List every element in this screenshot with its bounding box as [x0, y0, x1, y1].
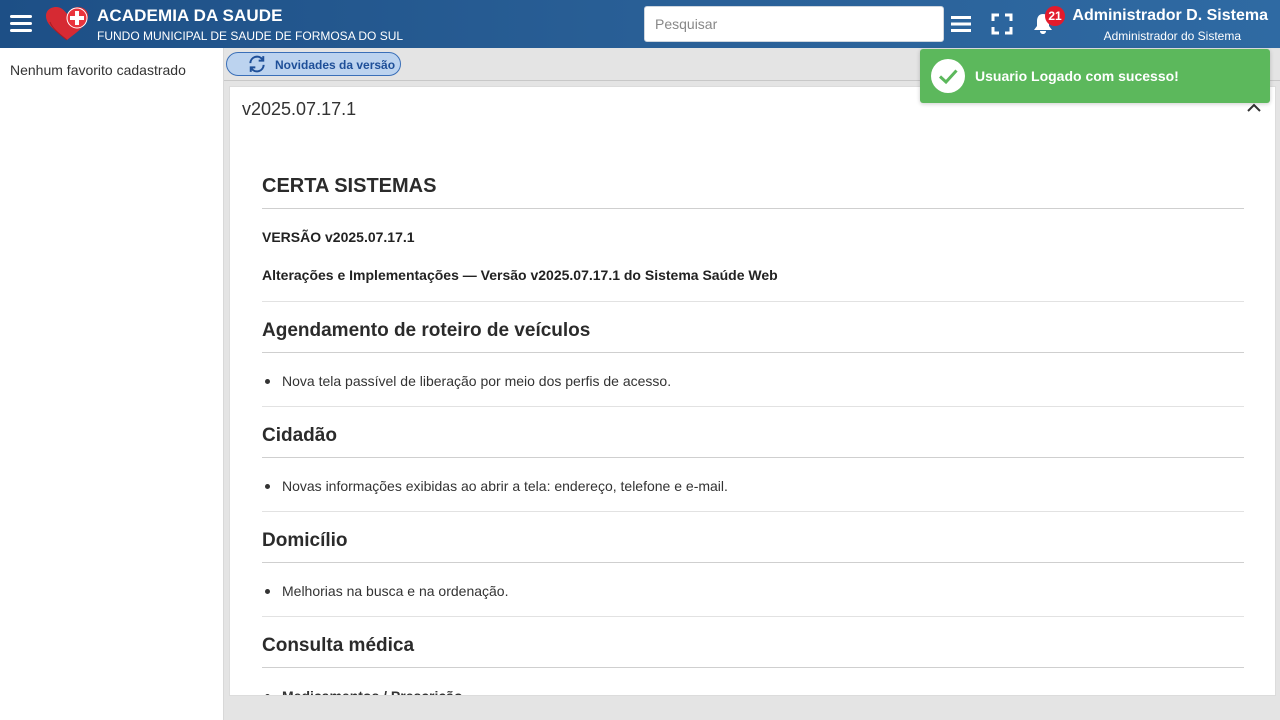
- version-panel: v2025.07.17.1 CERTA SISTEMAS VERSÃO v202…: [229, 86, 1276, 696]
- list-item: Medicamentos / Prescrição: [262, 688, 1244, 695]
- list-item: Nova tela passível de liberação por meio…: [262, 373, 1244, 389]
- news-button[interactable]: Novidades da versão: [226, 52, 401, 76]
- section-title: Consulta médica: [262, 635, 1244, 668]
- favorites-empty-message: Nenhum favorito cadastrado: [10, 62, 186, 78]
- version-line: VERSÃO v2025.07.17.1: [262, 229, 415, 245]
- check-circle-icon: [931, 59, 965, 93]
- app-subtitle: FUNDO MUNICIPAL DE SAUDE DE FORMOSA DO S…: [97, 29, 404, 43]
- top-header: ACADEMIA DA SAUDE FUNDO MUNICIPAL DE SAU…: [0, 0, 1280, 48]
- app-title: ACADEMIA DA SAUDE: [97, 6, 283, 25]
- fullscreen-icon[interactable]: [990, 12, 1014, 36]
- release-notes: CERTA SISTEMAS VERSÃO v2025.07.17.1 Alte…: [262, 175, 1244, 695]
- menu-icon[interactable]: [8, 12, 34, 36]
- changes-heading: Alterações e Implementações — Versão v20…: [262, 267, 1244, 302]
- section-domicilio: Domicílio Melhorias na busca e na ordena…: [262, 530, 1244, 617]
- section-title: Domicílio: [262, 530, 1244, 563]
- news-button-label: Novidades da versão: [275, 58, 396, 72]
- section-title: Agendamento de roteiro de veículos: [262, 320, 1244, 353]
- toast-message: Usuario Logado com sucesso!: [975, 68, 1179, 84]
- section-agendamento: Agendamento de roteiro de veículos Nova …: [262, 320, 1244, 407]
- heart-cross-logo: [46, 7, 88, 41]
- favorites-sidebar: Nenhum favorito cadastrado: [0, 48, 224, 720]
- success-toast[interactable]: Usuario Logado com sucesso!: [920, 49, 1270, 103]
- section-title: Cidadão: [262, 425, 1244, 458]
- user-role: Administrador do Sistema: [1103, 29, 1241, 43]
- user-name[interactable]: Administrador D. Sistema: [1072, 7, 1268, 25]
- list-icon[interactable]: [949, 12, 973, 36]
- refresh-icon: [249, 55, 265, 73]
- section-cidadao: Cidadão Novas informações exibidas ao ab…: [262, 425, 1244, 512]
- list-item: Melhorias na busca e na ordenação.: [262, 583, 1244, 599]
- version-title: v2025.07.17.1: [242, 99, 357, 119]
- notification-badge: 21: [1045, 6, 1065, 26]
- list-item: Novas informações exibidas ao abrir a te…: [262, 478, 1244, 494]
- section-consulta-medica: Consulta médica Medicamentos / Prescriçã…: [262, 635, 1244, 695]
- company-heading: CERTA SISTEMAS: [262, 175, 1244, 209]
- search-input[interactable]: [644, 6, 944, 42]
